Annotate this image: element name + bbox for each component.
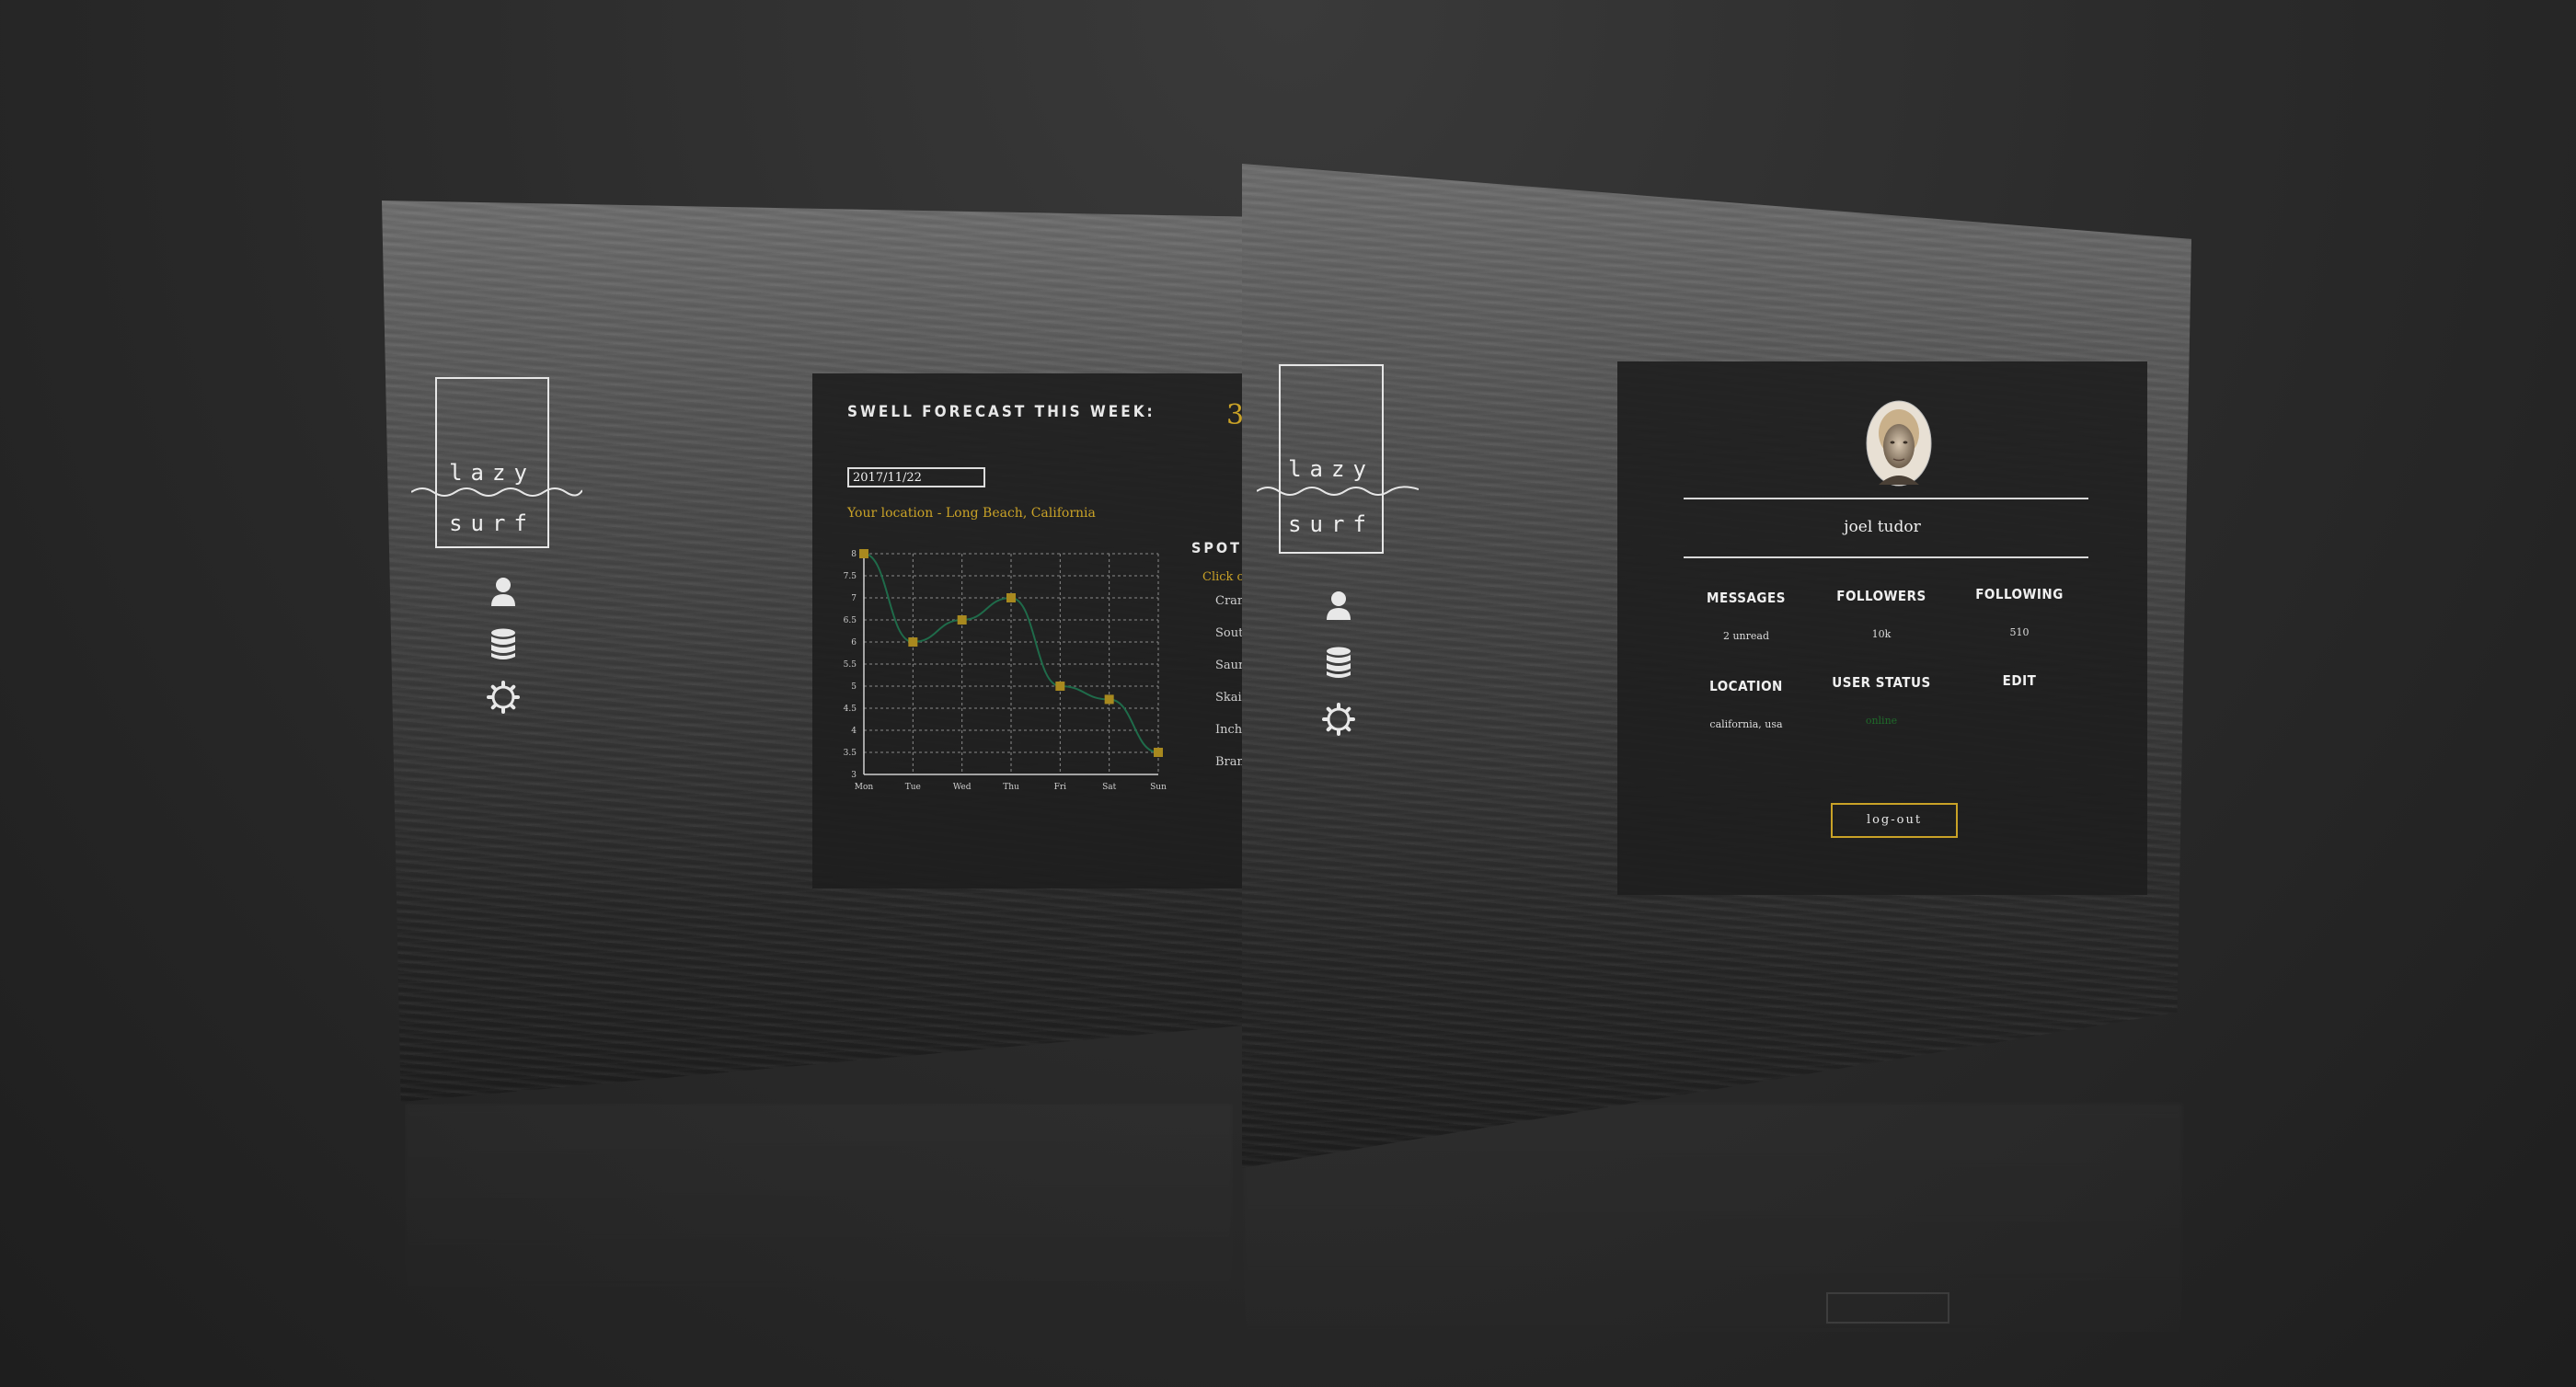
y-tick-label: 6: [851, 638, 857, 648]
following-value: 510: [2009, 626, 2030, 638]
x-tick-label: Mon: [855, 783, 874, 792]
y-tick-label: 6.5: [844, 616, 857, 625]
brand-line1: lazy: [449, 460, 535, 486]
divider-bottom: [1684, 556, 2088, 558]
x-tick-label: Sat: [1102, 783, 1117, 792]
y-tick-label: 5.5: [844, 660, 857, 670]
followers-value: 10k: [1871, 628, 1892, 640]
user-status-label: USER STATUS: [1832, 674, 1931, 691]
y-tick-label: 3.5: [844, 749, 857, 758]
date-input[interactable]: 2017/11/22: [847, 467, 985, 487]
messages-value: 2 unread: [1722, 630, 1770, 642]
database-icon[interactable]: [485, 625, 522, 662]
y-tick-label: 7: [851, 594, 857, 603]
brand-logo[interactable]: lazy surf: [1257, 364, 1419, 554]
user-icon[interactable]: [1320, 587, 1357, 624]
user-icon[interactable]: [485, 573, 522, 610]
data-point: [859, 549, 868, 558]
x-tick-label: Fri: [1054, 783, 1067, 792]
profile-screen: lazy surf joel tudor MESSAGES 2 unread F…: [1242, 164, 2191, 1168]
followers-label[interactable]: FOLLOWERS: [1812, 588, 1950, 604]
x-tick-label: Wed: [953, 783, 972, 792]
y-tick-label: 4: [851, 727, 857, 736]
y-tick-label: 3: [851, 771, 857, 780]
data-point: [1154, 748, 1163, 757]
x-tick-label: Tue: [905, 783, 921, 792]
logout-button-reflection: [1826, 1292, 1949, 1324]
location-value: california, usa: [1709, 718, 1783, 730]
forecast-card: SWELL FORECAST THIS WEEK: 3 2017/11/22 Y…: [812, 373, 1247, 888]
gear-icon[interactable]: [1320, 701, 1357, 738]
location-label: LOCATION: [1709, 678, 1783, 694]
spot-item[interactable]: Inch,: [1215, 723, 1246, 737]
y-tick-label: 5: [851, 682, 857, 692]
profile-card: joel tudor MESSAGES 2 unread FOLLOWERS 1…: [1617, 361, 2147, 895]
spot-item[interactable]: Saun: [1215, 659, 1246, 672]
y-tick-label: 7.5: [844, 572, 857, 581]
swell-chart: 8 7.5 7 6.5 6 5.5 5 4.5 4 3.5 3 Mon Tue Wed Thu Fri Sat S…: [844, 549, 1167, 792]
following-label[interactable]: FOLLOWING: [1950, 586, 2088, 602]
messages-label[interactable]: MESSAGES: [1677, 590, 1815, 606]
left-screen-reflection: [405, 1104, 1233, 1324]
brand-logo[interactable]: lazy surf: [411, 377, 582, 548]
wave-icon: [1257, 486, 1419, 496]
spots-title: SPOTS: [1191, 539, 1247, 556]
right-screen-reflection: [1244, 1104, 2182, 1380]
mockup-scene: lazy surf SWELL FORECAST THIS WEEK: 3 20…: [0, 0, 2576, 1387]
profile-name: joel tudor: [1844, 518, 1921, 536]
forecast-corner-digit: 3: [1226, 399, 1245, 431]
wave-icon: [411, 487, 582, 497]
x-tick-label: Sun: [1150, 783, 1167, 792]
data-point: [1104, 694, 1114, 705]
location-text: Your location - Long Beach, California: [847, 506, 1096, 521]
forecast-title: SWELL FORECAST THIS WEEK:: [847, 403, 1156, 421]
data-point: [1055, 682, 1065, 691]
brand-line2: surf: [1288, 511, 1374, 537]
brand-line1: lazy: [1288, 456, 1374, 482]
spots-hint: Click o: [1202, 570, 1245, 584]
spot-item[interactable]: South: [1215, 626, 1247, 640]
edit-button[interactable]: EDIT: [1950, 672, 2088, 689]
y-tick-label: 4.5: [844, 705, 857, 714]
gear-icon[interactable]: [485, 679, 522, 716]
x-tick-label: Thu: [1003, 783, 1019, 792]
data-point: [1006, 593, 1016, 602]
spot-item[interactable]: Cran: [1215, 594, 1245, 608]
y-tick-label: 8: [851, 550, 857, 559]
user-status-value: online: [1865, 715, 1898, 727]
database-icon[interactable]: [1320, 644, 1357, 681]
divider-top: [1684, 498, 2088, 499]
spot-item[interactable]: Skail: [1215, 691, 1246, 705]
logout-button[interactable]: log-out: [1831, 803, 1958, 838]
brand-line2: surf: [449, 510, 535, 536]
data-point: [957, 615, 967, 625]
forecast-screen: lazy surf SWELL FORECAST THIS WEEK: 3 20…: [382, 201, 1247, 1102]
spot-item[interactable]: Bran: [1215, 755, 1245, 769]
avatar: [1866, 400, 1932, 487]
data-point: [908, 637, 918, 647]
